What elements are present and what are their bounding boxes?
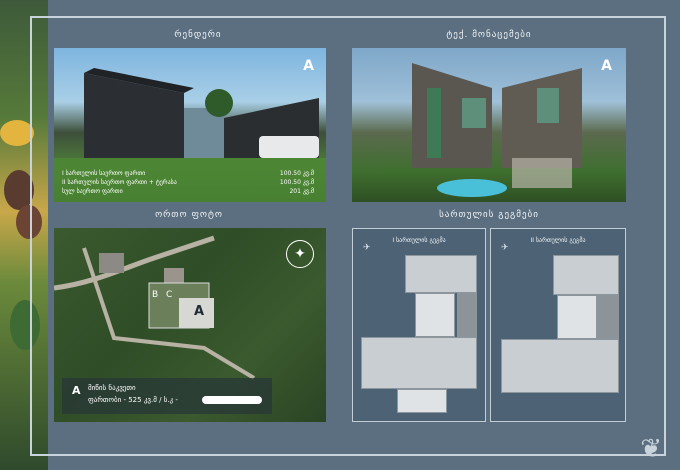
area-label: II სართულის საერთო ფართი + ტერასა xyxy=(62,179,177,186)
area-row-2: II სართულის საერთო ფართი + ტერასა 100.50 … xyxy=(62,178,314,187)
plan-room xyxy=(557,295,597,339)
north-arrow-icon: ✈ xyxy=(501,243,509,253)
area-label: I სართულის საერთო ფართი xyxy=(62,170,146,177)
plan-room xyxy=(553,255,619,295)
area-value: 100.50 კვ.მ xyxy=(279,170,314,177)
floor-plan-2-label: II სართულის გეგმა xyxy=(530,237,586,244)
plot-info-title: მიწის ნაკვეთი xyxy=(88,384,136,392)
plot-letter-a: A xyxy=(194,304,205,319)
plan-room xyxy=(397,389,447,413)
plot-letter-c: C xyxy=(166,290,173,300)
section-title-renders: რენდერი xyxy=(174,30,222,40)
plan-room xyxy=(457,293,477,337)
leaf-ornament-icon: ❦ xyxy=(640,434,662,464)
render-image: A I სართულის საერთო ფართი 100.50 კვ.მ II … xyxy=(54,48,326,202)
plot-info-letter: A xyxy=(72,384,81,397)
section-title-map: ორთო ფოტო xyxy=(155,210,223,220)
plot-info-box: A მიწის ნაკვეთი ფართობი - 525 კვ.მ / ს.კ… xyxy=(62,378,272,414)
area-row-1: I სართულის საერთო ფართი 100.50 კვ.მ xyxy=(62,169,314,178)
area-label: სულ საერთო ფართი xyxy=(62,188,123,195)
area-value: 100.50 კვ.მ xyxy=(279,179,314,186)
plan-room xyxy=(405,255,477,293)
section-title-photos: ტექ. მონაცემები xyxy=(446,30,532,40)
floor-plan-1[interactable]: I სართულის გეგმა ✈ xyxy=(352,228,486,422)
area-value: 201 კვ.მ xyxy=(289,188,314,195)
photo-badge: A xyxy=(601,58,612,74)
exterior-photo: A xyxy=(352,48,626,202)
section-title-plans: სართულის გეგმები xyxy=(439,210,539,220)
floor-plan-2[interactable]: II სართულის გეგმა ✈ xyxy=(490,228,626,422)
plot-letter-b: B xyxy=(152,290,159,300)
plan-room xyxy=(361,337,477,389)
render-badge: A xyxy=(303,58,314,74)
plan-room xyxy=(415,293,455,337)
floor-plan-1-label: I სართულის გეგმა xyxy=(392,237,446,244)
redacted-cadastral-code xyxy=(202,396,262,404)
north-arrow-icon: ✈ xyxy=(363,243,371,253)
plot-info-detail: ფართობი - 525 კვ.მ / ს.კ - xyxy=(88,396,178,404)
plan-room xyxy=(501,339,619,393)
leaf-highlight xyxy=(0,120,34,146)
compass-icon: ✦ xyxy=(286,240,314,268)
house-photo-illustration xyxy=(412,63,582,197)
plan-room xyxy=(597,295,619,339)
area-row-3: სულ საერთო ფართი 201 კვ.მ xyxy=(62,187,314,196)
area-info: I სართულის საერთო ფართი 100.50 კვ.მ II სა… xyxy=(62,169,314,196)
